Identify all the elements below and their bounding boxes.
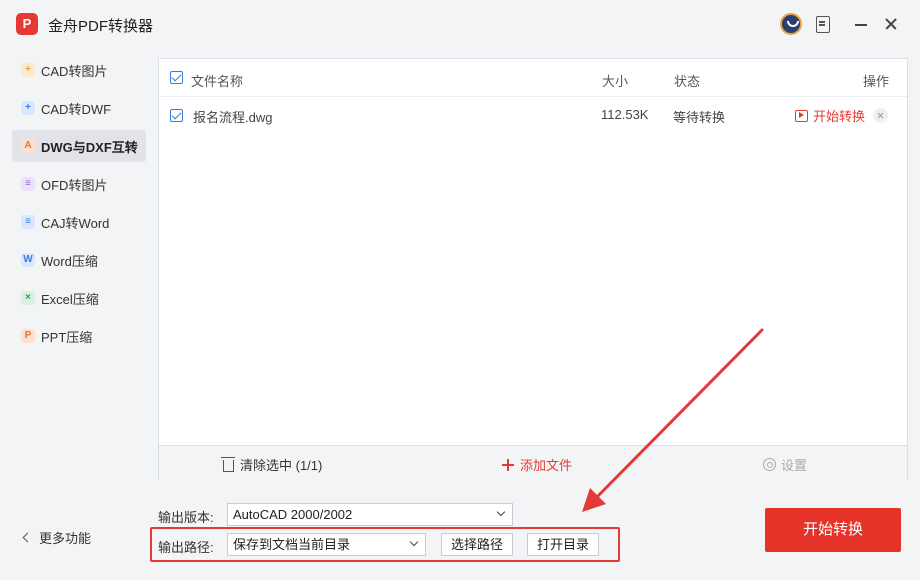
caj-word-icon: ≡ — [21, 215, 35, 229]
sidebar-item-label: CAD转图片 — [41, 63, 108, 79]
row-start-convert-button[interactable]: 开始转换 — [795, 106, 865, 125]
gear-icon — [763, 458, 776, 471]
sidebar-item-cad-image[interactable]: + CAD转图片 — [12, 54, 146, 86]
sidebar-item-ppt-compress[interactable]: P PPT压缩 — [12, 320, 146, 352]
word-compress-icon: W — [21, 253, 35, 267]
output-version-value: AutoCAD 2000/2002 — [233, 507, 353, 522]
sidebar-item-label: OFD转图片 — [41, 177, 108, 193]
ppt-compress-icon: P — [21, 329, 35, 343]
row-checkbox[interactable] — [170, 109, 183, 122]
choose-path-button[interactable]: 选择路径 — [441, 533, 513, 556]
chevron-left-icon — [22, 532, 33, 543]
settings-label: 设置 — [781, 458, 808, 473]
sidebar-item-label: CAD转DWF — [41, 101, 112, 117]
chevron-down-icon — [409, 537, 419, 547]
select-all-checkbox[interactable] — [170, 71, 183, 84]
open-directory-button[interactable]: 打开目录 — [527, 533, 599, 556]
sidebar-item-label: DWG与DXF互转 — [41, 139, 138, 155]
sidebar-item-label: PPT压缩 — [41, 329, 93, 345]
close-icon[interactable] — [880, 13, 902, 35]
output-path-select[interactable]: 保存到文档当前目录 — [227, 533, 426, 556]
plus-icon — [502, 458, 514, 471]
sidebar-item-label: CAJ转Word — [41, 215, 110, 231]
dwg-dxf-icon: A — [21, 139, 35, 153]
output-path-label: 输出路径: — [158, 540, 214, 555]
remove-row-icon[interactable] — [873, 108, 888, 123]
header-status: 状态 — [674, 74, 701, 89]
sidebar-item-dwg-dxf[interactable]: A DWG与DXF互转 — [12, 130, 146, 162]
chevron-down-icon — [496, 507, 506, 517]
table-row: 报名流程.dwg 112.53K 等待转换 开始转换 — [159, 97, 907, 133]
clear-selected-button[interactable]: 清除选中 (1/1) — [221, 455, 323, 474]
output-version-label: 输出版本: — [158, 510, 214, 525]
output-path-value: 保存到文档当前目录 — [233, 537, 351, 552]
start-convert-button[interactable]: 开始转换 — [765, 508, 901, 552]
output-version-select[interactable]: AutoCAD 2000/2002 — [227, 503, 513, 526]
row-start-convert-label: 开始转换 — [813, 109, 866, 124]
row-file-size: 112.53K — [601, 107, 649, 122]
sidebar-item-label: Excel压缩 — [41, 291, 99, 307]
more-features-label: 更多功能 — [39, 531, 92, 546]
row-file-name: 报名流程.dwg — [193, 110, 273, 125]
excel-compress-icon: × — [21, 291, 35, 305]
feedback-icon[interactable] — [812, 13, 834, 35]
trash-icon — [221, 456, 235, 472]
ofd-image-icon: ≡ — [21, 177, 35, 191]
file-list-panel: 文件名称 大小 状态 操作 报名流程.dwg 112.53K 等待转换 开始转换… — [158, 58, 908, 480]
cad-dwf-icon: + — [21, 101, 35, 115]
app-logo: P — [16, 13, 38, 35]
play-icon — [795, 109, 808, 122]
table-header: 文件名称 大小 状态 操作 — [159, 59, 907, 97]
app-title: 金舟PDF转换器 — [48, 18, 154, 35]
sidebar-item-caj-word[interactable]: ≡ CAJ转Word — [12, 206, 146, 238]
sidebar: + CAD转图片 + CAD转DWF A DWG与DXF互转 ≡ OFD转图片 ≡ CAJ转Wor… — [12, 54, 146, 358]
user-avatar-icon[interactable] — [780, 13, 802, 35]
sidebar-item-excel-compress[interactable]: × Excel压缩 — [12, 282, 146, 314]
header-size: 大小 — [602, 74, 629, 89]
sidebar-item-ofd-image[interactable]: ≡ OFD转图片 — [12, 168, 146, 200]
header-file-name: 文件名称 — [191, 74, 244, 89]
more-features-button[interactable]: 更多功能 — [22, 528, 92, 547]
add-file-label: 添加文件 — [520, 458, 573, 473]
sidebar-item-label: Word压缩 — [41, 253, 98, 269]
minimize-icon[interactable] — [850, 13, 872, 35]
file-list-footer: 清除选中 (1/1) 添加文件 设置 — [159, 445, 907, 480]
header-action: 操作 — [863, 74, 890, 89]
title-bar: P 金舟PDF转换器 — [0, 0, 920, 50]
settings-button[interactable]: 设置 — [763, 455, 807, 474]
add-file-button[interactable]: 添加文件 — [502, 455, 572, 474]
sidebar-item-cad-dwf[interactable]: + CAD转DWF — [12, 92, 146, 124]
cad-image-icon: + — [21, 63, 35, 77]
sidebar-item-word-compress[interactable]: W Word压缩 — [12, 244, 146, 276]
row-status: 等待转换 — [673, 110, 726, 125]
clear-selected-label: 清除选中 (1/1) — [240, 458, 323, 473]
